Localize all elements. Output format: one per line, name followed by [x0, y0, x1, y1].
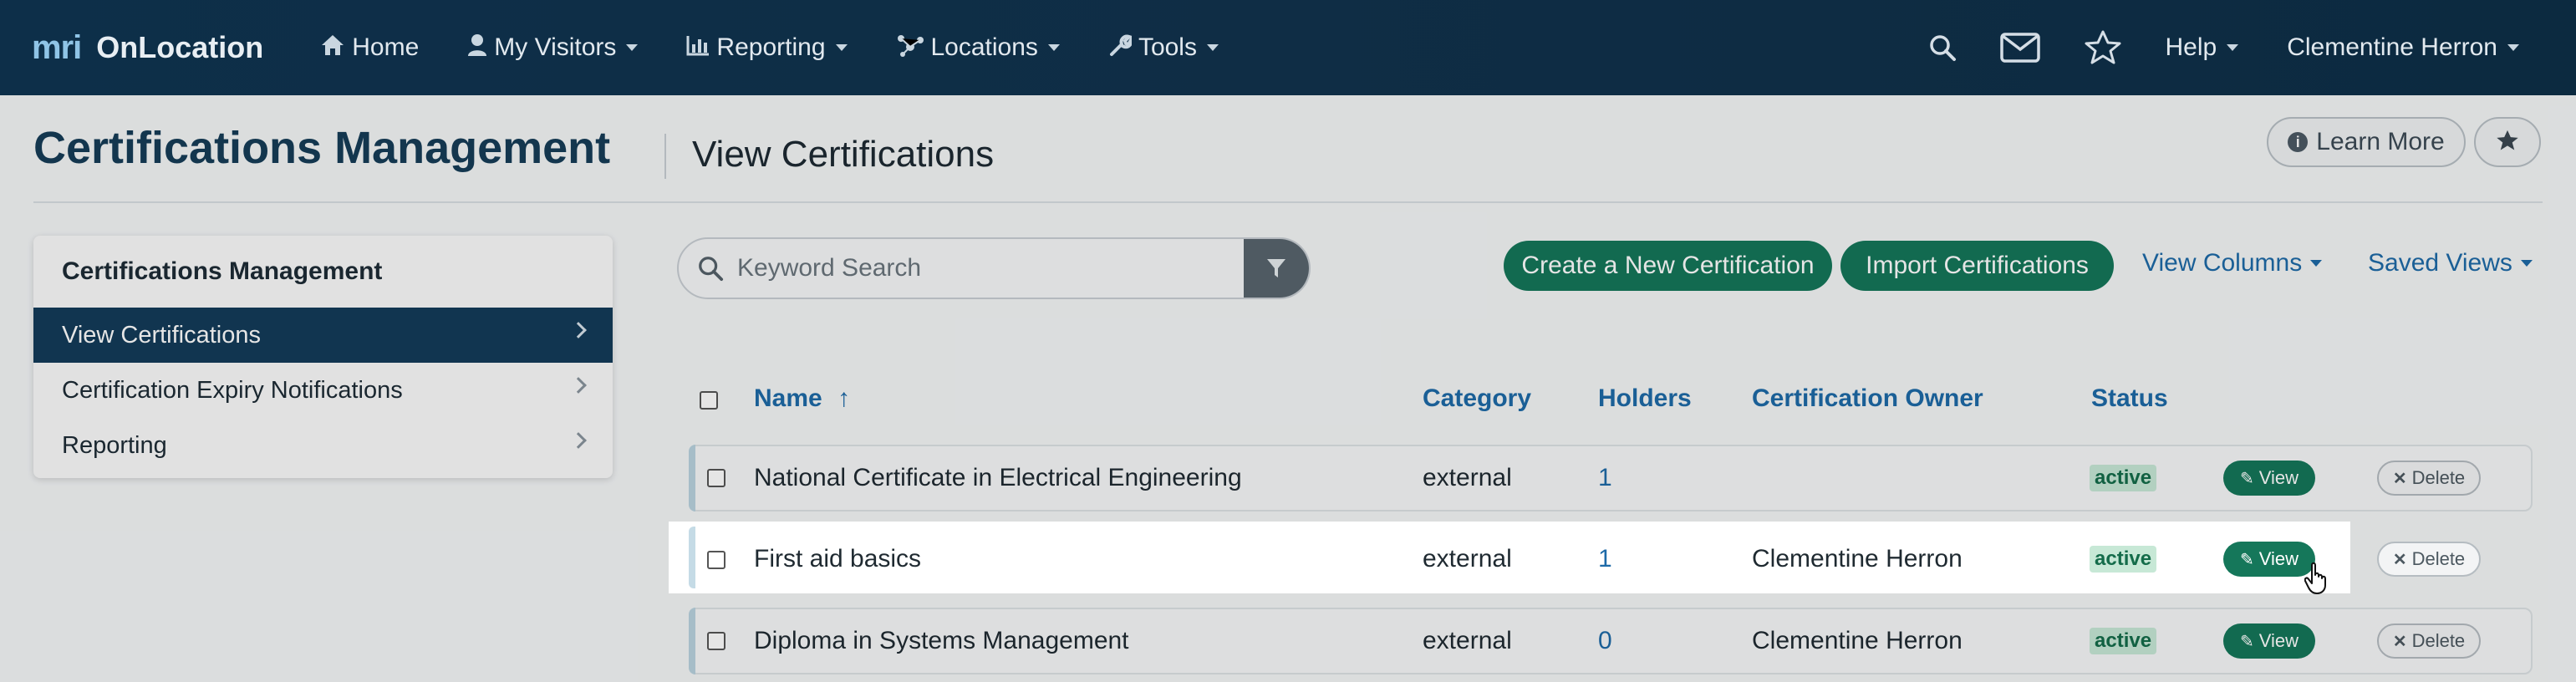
- chevron-down-icon: [2507, 44, 2519, 51]
- chevron-down-icon: [1047, 44, 1060, 51]
- nav-locations-label: Locations: [930, 33, 1038, 61]
- home-icon: [320, 33, 345, 63]
- nav-locations[interactable]: Locations: [896, 33, 1060, 63]
- user-name: Clementine Herron: [2287, 33, 2497, 61]
- top-navbar: mri OnLocation Home My Visitors Reportin…: [0, 0, 2576, 95]
- cert-category: external: [1423, 545, 1512, 573]
- mail-icon[interactable]: [1999, 33, 2040, 63]
- chevron-down-icon: [2227, 44, 2239, 51]
- user-menu[interactable]: Clementine Herron: [2287, 33, 2519, 62]
- nav-my-visitors-label: My Visitors: [494, 33, 617, 61]
- highlight-layer: First aid basics external 1 Clementine H…: [0, 95, 2576, 682]
- status-badge: active: [2090, 546, 2157, 573]
- nav-my-visitors[interactable]: My Visitors: [467, 33, 639, 63]
- mri-logo-mark: mri: [32, 28, 82, 66]
- cert-name: First aid basics: [754, 545, 922, 573]
- nav-home[interactable]: Home: [320, 33, 419, 63]
- main-nav: Home My Visitors Reporting Locations Too…: [320, 33, 1267, 63]
- nav-tools-label: Tools: [1138, 33, 1197, 61]
- delete-label: Delete: [2411, 548, 2466, 569]
- chevron-down-icon: [1206, 44, 1219, 51]
- nav-right: Help Clementine Herron: [1928, 0, 2576, 95]
- search-icon[interactable]: [1928, 33, 1957, 62]
- nav-tools[interactable]: Tools: [1108, 33, 1219, 63]
- bar-chart-icon: [686, 34, 710, 62]
- brand-logo[interactable]: mri OnLocation: [32, 29, 263, 67]
- user-icon: [467, 33, 487, 63]
- brand-name: OnLocation: [96, 30, 264, 64]
- row-checkbox[interactable]: [707, 551, 725, 569]
- close-icon: ✕: [2392, 550, 2407, 569]
- nav-reporting[interactable]: Reporting: [686, 33, 848, 62]
- cert-owner: Clementine Herron: [1752, 545, 1963, 573]
- view-label: View: [2258, 548, 2299, 569]
- star-icon[interactable]: [2084, 29, 2122, 66]
- cert-holders-link[interactable]: 1: [1598, 545, 1612, 573]
- edit-icon: ✎: [2239, 550, 2254, 569]
- wrench-icon: [1108, 33, 1133, 63]
- hand-cursor-icon: [2304, 562, 2326, 594]
- nav-reporting-label: Reporting: [716, 33, 826, 61]
- nav-home-label: Home: [352, 33, 420, 61]
- chevron-down-icon: [835, 44, 848, 51]
- network-icon: [896, 33, 924, 63]
- view-button[interactable]: ✎ View: [2223, 542, 2315, 577]
- help-label: Help: [2165, 33, 2217, 61]
- delete-button[interactable]: ✕ Delete: [2377, 542, 2481, 577]
- chevron-down-icon: [626, 44, 639, 51]
- help-menu[interactable]: Help: [2166, 33, 2239, 62]
